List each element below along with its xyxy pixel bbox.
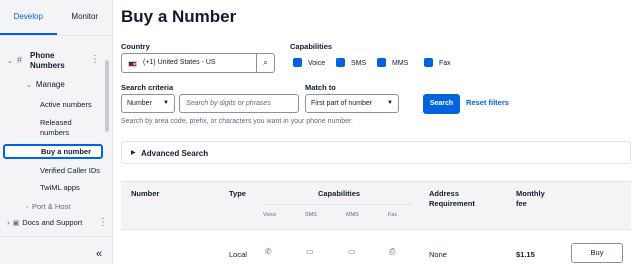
match-to-select[interactable]: First part of number ▼	[305, 94, 399, 113]
chevron-right-icon: ▶	[131, 150, 136, 156]
mms-icon: ▭	[348, 247, 356, 256]
capability-fax-label: Fax	[439, 60, 451, 67]
phone-icon: ✆	[265, 247, 272, 256]
capabilities-label: Capabilities	[290, 42, 333, 51]
hash-icon: #	[17, 55, 23, 65]
tab-monitor[interactable]: Monitor	[57, 0, 114, 35]
advanced-search-toggle[interactable]: ▶ Advanced Search	[121, 141, 631, 164]
chevron-down-icon: ▼	[387, 100, 393, 106]
row-type: Local	[229, 250, 247, 259]
book-icon: ▣	[12, 220, 20, 227]
country-selector[interactable]: (+1) United States - US ⌕	[121, 53, 275, 73]
sms-icon: ▭	[306, 247, 314, 256]
chevron-right-icon: ›	[26, 205, 28, 211]
fax-icon: ⎙	[389, 247, 396, 256]
buy-button[interactable]: Buy	[571, 243, 623, 263]
sidebar-item-port-host[interactable]: › Port & Host	[26, 202, 70, 213]
advanced-search-label: Advanced Search	[141, 149, 209, 158]
sidebar-item-active-numbers[interactable]: Active numbers	[40, 100, 92, 110]
search-criteria-label: Search criteria	[121, 83, 174, 92]
column-subheader-fax: Fax	[388, 212, 398, 218]
capability-voice-label: Voice	[308, 60, 326, 67]
sidebar-tabs: Develop Monitor	[0, 0, 113, 36]
sidebar-subsection-label: Manage	[35, 80, 65, 89]
sidebar-item-buy-a-number[interactable]: Buy a number	[3, 144, 103, 159]
capability-mms-label: MMS	[392, 60, 409, 67]
column-header-number: Number	[131, 189, 160, 198]
row-fee: $1.15	[516, 250, 535, 259]
main-content: Buy a Number Country (+1) United States …	[114, 0, 640, 264]
capability-voice[interactable]: Voice	[293, 58, 325, 69]
match-to-value: First part of number	[311, 100, 373, 107]
more-options-icon[interactable]: ⋮	[98, 218, 108, 228]
more-options-icon[interactable]: ⋮	[90, 55, 100, 65]
row-address: None	[429, 250, 447, 259]
column-header-type: Type	[229, 189, 246, 198]
checkbox-icon[interactable]	[377, 58, 386, 67]
country-label: Country	[121, 42, 150, 51]
sidebar-item-docs-support[interactable]: › ▣ Docs and Support	[7, 218, 82, 229]
checkbox-icon[interactable]	[336, 58, 345, 67]
table-header	[121, 181, 631, 229]
collapse-sidebar-icon[interactable]: «	[96, 248, 102, 260]
sidebar-item-released-numbers[interactable]: Released numbers	[40, 118, 98, 138]
chevron-down-icon: ⌄	[7, 58, 13, 65]
search-criteria-select[interactable]: Number ▼	[121, 94, 175, 113]
us-flag-icon	[128, 61, 137, 67]
capability-sms[interactable]: SMS	[336, 58, 366, 69]
sidebar-item-docs-label: Docs and Support	[22, 218, 83, 227]
column-header-capabilities: Capabilities	[318, 189, 361, 198]
help-text: Search by area code, prefix, or characte…	[121, 118, 353, 125]
column-header-fee: Monthly fee	[516, 189, 545, 208]
search-input[interactable]: Search by digits or phrases	[179, 94, 299, 113]
sidebar: Develop Monitor ⌄ # Phone Numbers ⋮ ⌄ Man…	[0, 0, 113, 264]
tab-develop[interactable]: Develop	[0, 0, 57, 35]
checkbox-icon[interactable]	[293, 58, 302, 67]
table-row	[121, 229, 631, 264]
sidebar-item-port-host-label: Port & Host	[32, 202, 71, 211]
sidebar-item-verified-caller-ids[interactable]: Verified Caller IDs	[40, 166, 100, 176]
search-criteria-value: Number	[127, 100, 152, 107]
capability-mms[interactable]: MMS	[377, 58, 408, 69]
sidebar-section-title: Phone Numbers	[30, 51, 65, 70]
sidebar-divider	[0, 236, 113, 237]
country-value: (+1) United States - US	[143, 59, 216, 66]
capability-fax[interactable]: Fax	[424, 58, 451, 69]
chevron-right-icon: ›	[7, 218, 10, 227]
column-subheader-mms: MMS	[346, 212, 359, 218]
reset-filters-link[interactable]: Reset filters	[466, 98, 509, 107]
sidebar-scrollbar[interactable]	[105, 60, 109, 132]
page-title: Buy a Number	[121, 7, 237, 26]
checkbox-icon[interactable]	[424, 58, 433, 67]
column-subheader-sms: SMS	[305, 212, 317, 218]
search-button[interactable]: Search	[423, 94, 460, 114]
search-icon[interactable]: ⌕	[256, 54, 274, 72]
sidebar-subsection-manage[interactable]: ⌄ Manage	[26, 80, 65, 89]
chevron-down-icon: ⌄	[26, 82, 32, 89]
column-header-address: Address Requirement	[429, 189, 475, 208]
column-subheader-voice: Voice	[263, 212, 277, 218]
match-to-label: Match to	[305, 83, 336, 92]
capabilities-divider	[262, 204, 412, 205]
capability-sms-label: SMS	[351, 60, 367, 67]
chevron-down-icon: ▼	[163, 100, 169, 106]
sidebar-item-twiml-apps[interactable]: TwiML apps	[40, 183, 80, 193]
